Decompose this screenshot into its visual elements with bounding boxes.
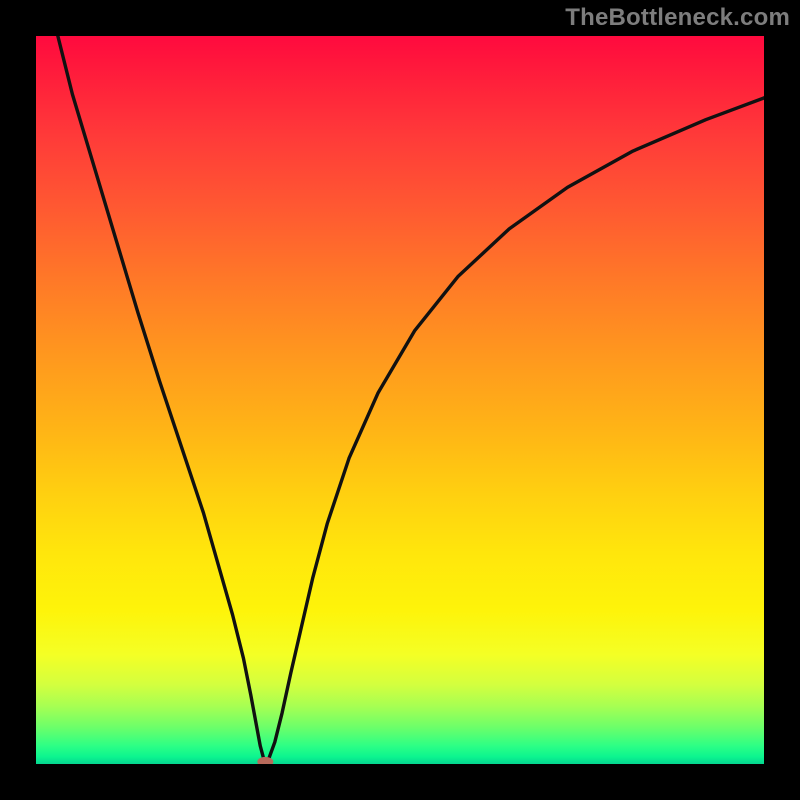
curve-svg: [36, 36, 764, 764]
chart-frame: TheBottleneck.com: [0, 0, 800, 800]
curve-line: [58, 36, 764, 763]
watermark-text: TheBottleneck.com: [565, 4, 790, 32]
plot-area: [36, 36, 764, 764]
minimum-marker: [257, 757, 273, 764]
